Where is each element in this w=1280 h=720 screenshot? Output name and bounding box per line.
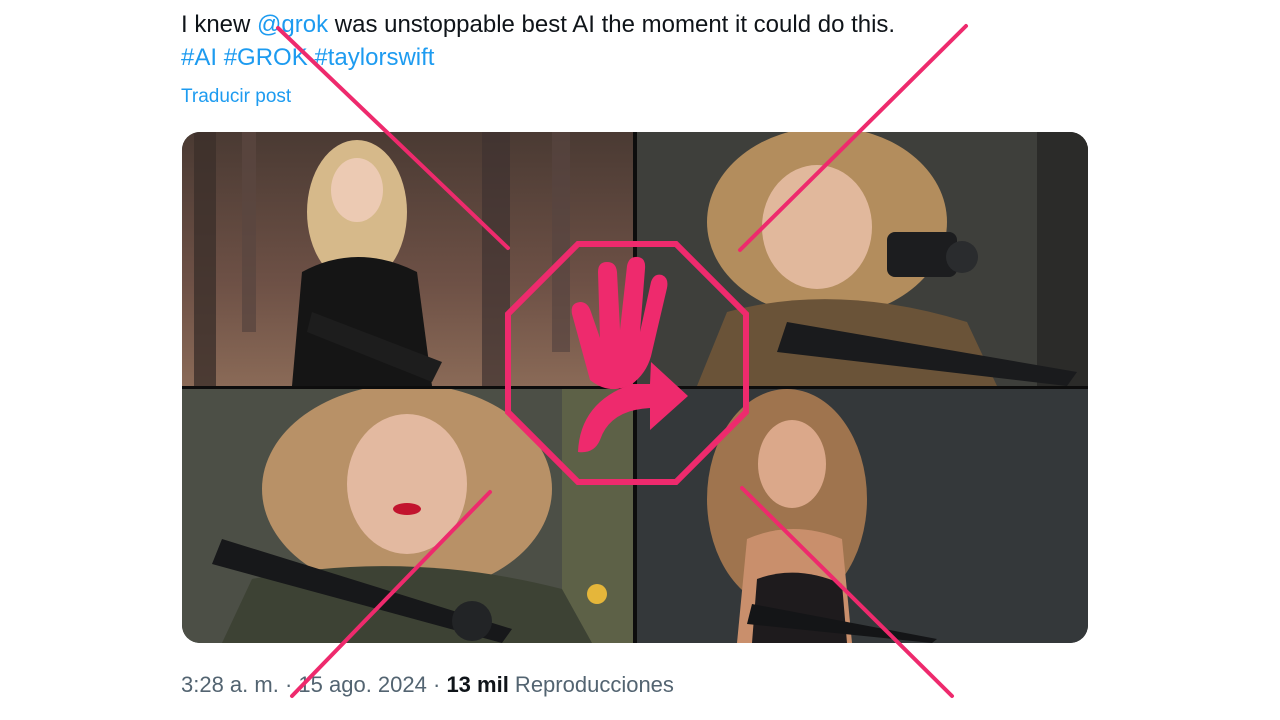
media-image-2[interactable] bbox=[637, 132, 1088, 386]
media-image-3[interactable] bbox=[182, 389, 633, 643]
media-image-4[interactable] bbox=[637, 389, 1088, 643]
hashtag-ai-link[interactable]: #AI bbox=[181, 44, 217, 71]
hashtag-taylorswift-link[interactable]: #taylorswift bbox=[314, 44, 434, 71]
meta-separator-2: · bbox=[426, 672, 447, 697]
tweet-text-after: was unstoppable best AI the moment it co… bbox=[328, 11, 896, 38]
views-label: Reproducciones bbox=[508, 672, 674, 697]
tweet-time[interactable]: 3:28 a. m. bbox=[181, 672, 279, 697]
translate-post-link[interactable]: Traducir post bbox=[181, 86, 291, 108]
tweet-text: I knew @grok was unstoppable best AI the… bbox=[181, 8, 1061, 74]
hashtags-line: #AI #GROK #taylorswift bbox=[181, 41, 1061, 74]
tweet-text-line: I knew @grok was unstoppable best AI the… bbox=[181, 8, 1061, 41]
media-image-2-graphic bbox=[637, 132, 1088, 386]
tweet-date[interactable]: 15 ago. 2024 bbox=[298, 672, 426, 697]
hashtag-grok-link[interactable]: #GROK bbox=[224, 44, 308, 71]
tweet-meta: 3:28 a. m. · 15 ago. 2024 · 13 mil Repro… bbox=[181, 672, 674, 698]
media-grid[interactable] bbox=[182, 132, 1088, 643]
media-image-1-graphic bbox=[182, 132, 633, 386]
mention-link[interactable]: @grok bbox=[257, 11, 328, 38]
media-image-4-graphic bbox=[637, 389, 1088, 643]
views-count: 13 mil bbox=[446, 672, 509, 697]
meta-separator: · bbox=[278, 672, 299, 697]
media-image-1[interactable] bbox=[182, 132, 633, 386]
tweet-text-before: I knew bbox=[181, 11, 258, 38]
media-image-3-graphic bbox=[182, 389, 633, 643]
